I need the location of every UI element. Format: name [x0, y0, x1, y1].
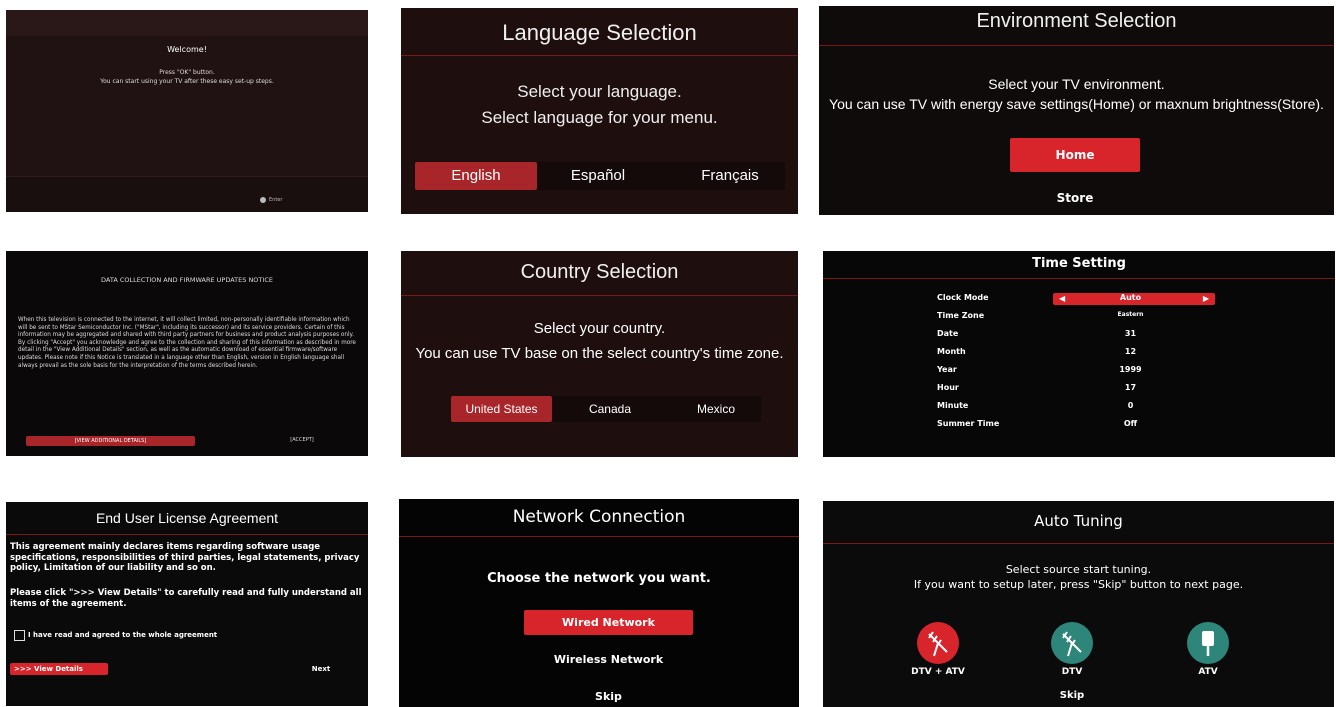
environment-screen: Environment Selection Select your TV env…: [819, 6, 1334, 215]
language-line1: Select your language.: [517, 82, 682, 101]
environment-title: Environment Selection: [976, 10, 1177, 32]
antenna-icon[interactable]: [917, 622, 959, 664]
time-row-value: 31: [1124, 329, 1137, 338]
accept-button[interactable]: [ACCEPT]: [276, 437, 328, 443]
time-row-value: Auto: [1119, 293, 1142, 302]
environment-option-home[interactable]: Home: [1010, 138, 1140, 172]
time-row-value: 17: [1124, 383, 1137, 392]
network-prompt: Choose the network you want.: [487, 571, 711, 586]
atv-option[interactable]: ATV: [1168, 667, 1248, 677]
eula-para1: This agreement mainly declares items reg…: [10, 542, 360, 573]
view-additional-details-button[interactable]: [VIEW ADDITIONAL DETAILS]: [26, 436, 195, 446]
country-divider: [401, 295, 798, 296]
time-row-value: 12: [1124, 347, 1137, 356]
time-row-value: 0: [1127, 401, 1134, 410]
country-title: Country Selection: [520, 261, 679, 283]
wireless-network-button[interactable]: Wireless Network: [524, 653, 693, 666]
auto-tuning-screen: Auto Tuning Select source start tuning. …: [823, 501, 1334, 707]
time-row-date[interactable]: Date 31: [823, 326, 1335, 344]
next-button[interactable]: Next: [306, 665, 336, 673]
agree-checkbox-label: I have read and agreed to the whole agre…: [28, 631, 218, 639]
time-row-value: Eastern: [1117, 311, 1144, 318]
time-row-value: Off: [1123, 419, 1138, 428]
welcome-line1: Press "OK" button.: [159, 69, 215, 76]
data-notice-screen: DATA COLLECTION AND FIRMWARE UPDATES NOT…: [6, 251, 368, 456]
dtv-option[interactable]: DTV: [1032, 667, 1112, 677]
time-title: Time Setting: [1032, 256, 1126, 271]
language-screen: Language Selection Select your language.…: [401, 8, 798, 214]
eula-divider: [6, 534, 368, 535]
time-row-year[interactable]: Year 1999: [823, 362, 1335, 380]
welcome-line2: You can start using your TV after these …: [100, 78, 274, 85]
tuning-line1: Select source start tuning.: [1005, 563, 1152, 576]
language-option-francais[interactable]: Français: [669, 162, 791, 190]
cable-plug-icon[interactable]: [1187, 622, 1229, 664]
tuning-title: Auto Tuning: [1034, 512, 1123, 530]
country-option-mexico[interactable]: Mexico: [667, 396, 765, 422]
language-option-espanol[interactable]: Español: [537, 162, 659, 190]
eula-para2: Please click ">>> View Details" to caref…: [10, 588, 362, 609]
environment-line2: You can use TV with energy save settings…: [829, 96, 1324, 112]
network-divider: [399, 536, 799, 537]
language-option-english[interactable]: English: [415, 162, 537, 190]
language-title: Language Selection: [502, 20, 697, 45]
country-line2: You can use TV base on the select countr…: [415, 345, 784, 362]
tuning-divider: [823, 543, 1334, 544]
environment-line1: Select your TV environment.: [988, 76, 1165, 92]
tuning-skip-button[interactable]: Skip: [1032, 690, 1112, 701]
country-line1: Select your country.: [533, 320, 666, 337]
eula-screen: End User License Agreement This agreemen…: [6, 502, 368, 706]
language-line2: Select language for your menu.: [481, 108, 718, 127]
time-row-label: Year: [937, 365, 957, 374]
time-row-minute[interactable]: Minute 0: [823, 398, 1335, 416]
time-row-label: Month: [937, 347, 966, 356]
time-row-clock-mode[interactable]: Clock Mode Auto: [823, 290, 1335, 308]
wired-network-button[interactable]: Wired Network: [524, 610, 693, 635]
notice-title: DATA COLLECTION AND FIRMWARE UPDATES NOT…: [101, 276, 273, 284]
time-row-label: Clock Mode: [937, 293, 989, 302]
time-row-label: Date: [937, 329, 959, 338]
dtv-atv-option[interactable]: DTV + ATV: [893, 667, 983, 677]
agree-checkbox[interactable]: [14, 630, 25, 641]
welcome-header-band: [6, 10, 368, 36]
environment-divider: [819, 45, 1334, 46]
country-screen: Country Selection Select your country. Y…: [401, 251, 798, 457]
time-row-summer-time[interactable]: Summer Time Off: [823, 416, 1335, 434]
time-row-hour[interactable]: Hour 17: [823, 380, 1335, 398]
welcome-title: Welcome!: [167, 45, 207, 54]
country-option-united-states[interactable]: United States: [451, 396, 552, 422]
time-row-label: Time Zone: [937, 311, 985, 320]
ok-button-icon: [260, 197, 266, 203]
skip-button[interactable]: Skip: [524, 690, 693, 703]
time-row-month[interactable]: Month 12: [823, 344, 1335, 362]
time-row-label: Hour: [937, 383, 959, 392]
time-row-label: Minute: [937, 401, 969, 410]
time-setting-screen: Time Setting ◀ ▶ Clock Mode Auto Time Zon…: [823, 251, 1335, 457]
notice-body: When this television is connected to the…: [18, 317, 356, 369]
time-row-time-zone[interactable]: Time Zone Eastern: [823, 308, 1335, 326]
tuning-line2: If you want to setup later, press "Skip"…: [913, 578, 1244, 591]
antenna-icon[interactable]: [1051, 622, 1093, 664]
country-option-canada[interactable]: Canada: [561, 396, 659, 422]
welcome-footer: Enter: [6, 176, 368, 212]
view-details-button[interactable]: >>> View Details: [10, 663, 108, 675]
time-row-label: Summer Time: [937, 419, 1000, 428]
enter-label[interactable]: Enter: [269, 197, 282, 203]
network-title: Network Connection: [512, 507, 686, 527]
eula-title: End User License Agreement: [95, 510, 279, 526]
environment-option-store[interactable]: Store: [1010, 191, 1140, 205]
welcome-screen: Welcome! Press "OK" button. You can star…: [6, 10, 368, 212]
language-divider: [401, 55, 798, 56]
time-row-value: 1999: [1119, 365, 1142, 374]
network-screen: Network Connection Choose the network yo…: [399, 499, 799, 707]
time-divider: [823, 278, 1335, 279]
